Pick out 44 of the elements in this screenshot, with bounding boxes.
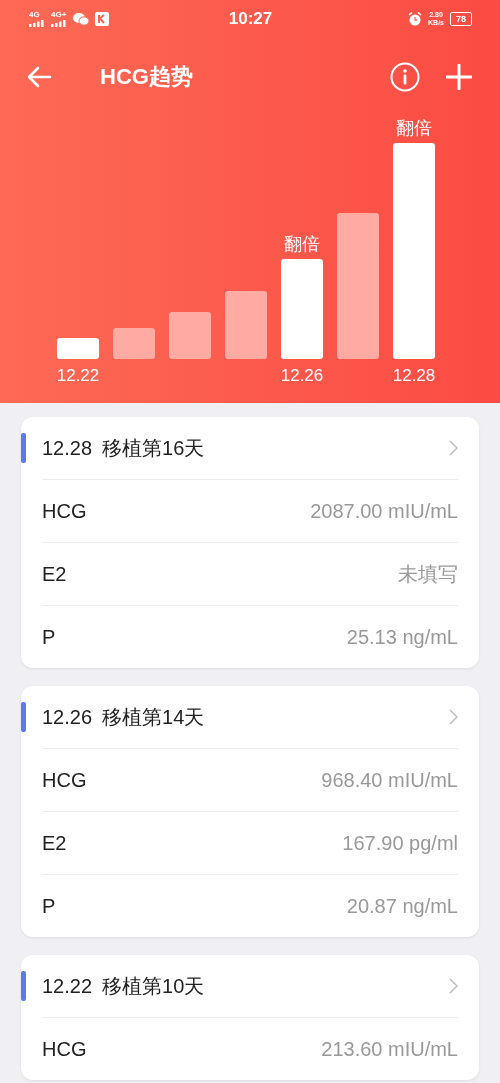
chevron-right-icon [449, 978, 458, 994]
app-icon [95, 11, 109, 26]
record-title: 12.26 移植第14天 [42, 704, 205, 730]
clock-time: 10:27 [228, 8, 273, 29]
page-title: HCG趋势 [100, 63, 194, 92]
bar-date-label: 12.22 [56, 366, 100, 386]
network-label: 4G [29, 10, 40, 19]
accent-bar [21, 971, 26, 1001]
record-header[interactable]: 12.28 移植第16天 [42, 417, 458, 480]
accent-bar [21, 702, 26, 732]
item-value: 2087.00 mIU/mL [310, 499, 458, 523]
item-name: HCG [42, 499, 87, 523]
item-value: 968.40 mIU/mL [321, 768, 458, 792]
item-value: 213.60 mIU/mL [321, 1037, 458, 1061]
bar-note: 翻倍 [396, 117, 432, 139]
item-value: 167.90 pg/ml [342, 831, 458, 855]
item-name: E2 [42, 831, 67, 855]
signal-icon [51, 19, 67, 27]
item-value: 20.87 ng/mL [346, 894, 458, 918]
accent-bar [21, 433, 26, 463]
network-label: 4G+ [51, 10, 67, 19]
add-icon[interactable] [446, 64, 472, 91]
record-header[interactable]: 12.22 移植第10天 [42, 955, 458, 1018]
battery-indicator: 78 [449, 11, 472, 26]
bar-note: 翻倍 [284, 233, 320, 255]
chevron-right-icon [449, 440, 458, 456]
item-value: 未填写 [398, 561, 458, 587]
item-name: P [42, 894, 56, 918]
item-name: HCG [42, 1037, 87, 1061]
item-name: HCG [42, 768, 87, 792]
alarm-icon [408, 11, 422, 26]
item-name: P [42, 625, 56, 649]
chat-icon [73, 11, 89, 26]
item-name: E2 [42, 562, 67, 586]
record-title: 12.22 移植第10天 [42, 973, 205, 999]
signal-icon [29, 19, 45, 27]
record-title: 12.28 移植第16天 [42, 435, 205, 461]
record-header[interactable]: 12.26 移植第14天 [42, 686, 458, 749]
bar-date-label: 12.28 [392, 366, 436, 386]
info-icon[interactable] [390, 62, 420, 93]
chevron-right-icon [449, 709, 458, 725]
bar-date-label: 12.26 [280, 366, 324, 386]
item-value: 25.13 ng/mL [346, 625, 458, 649]
back-arrow-icon[interactable] [26, 66, 52, 89]
